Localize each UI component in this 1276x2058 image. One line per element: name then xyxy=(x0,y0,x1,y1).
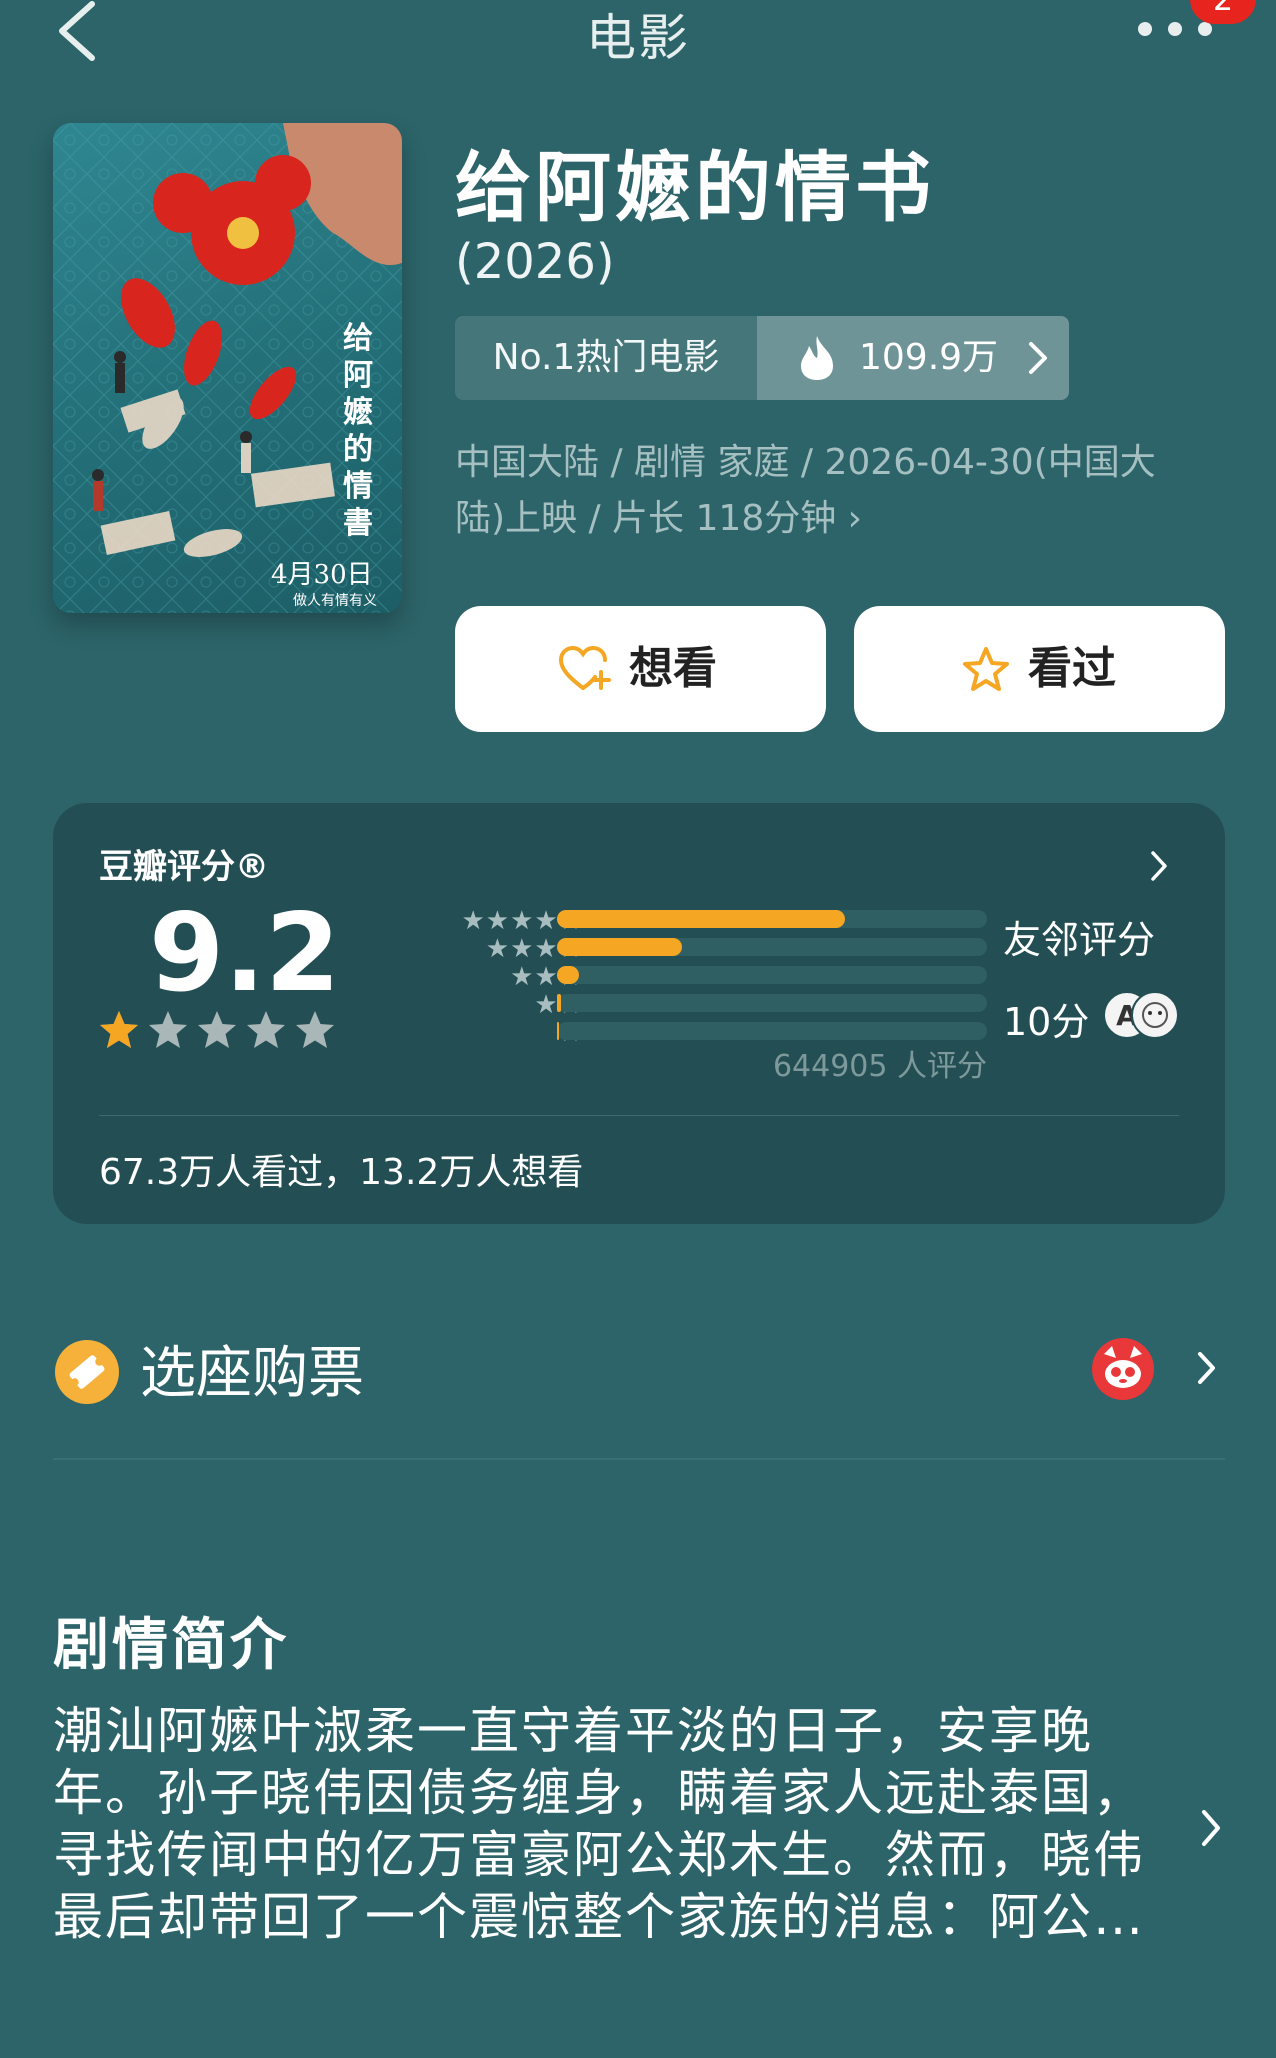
rating-bar-5-star xyxy=(557,910,987,928)
hot-rank-label: No.1热门电影 xyxy=(455,316,757,400)
hot-count-value: 109.9万 xyxy=(859,337,999,378)
two-star-label: ★★ xyxy=(383,991,583,1019)
rating-bar-fill xyxy=(557,1022,560,1040)
rating-brand: 豆瓣评分® xyxy=(99,847,269,887)
svg-text:4月30日: 4月30日 xyxy=(271,560,373,590)
four-star-label: ★★★★ xyxy=(485,934,583,964)
watch-stats: 67.3万人看过，13.2万人想看 xyxy=(99,1152,584,1193)
movie-poster[interactable]: 给阿嬷 的情書 4月30日 做人有情有义 xyxy=(53,123,402,613)
poster-artwork: 给阿嬷 的情書 4月30日 做人有情有义 xyxy=(53,123,402,613)
rating-bar-2-star xyxy=(557,994,987,1012)
rating-bar-fill xyxy=(557,966,579,984)
friend-rating-label: 友邻评分 xyxy=(1003,918,1156,962)
page-title: 电影 xyxy=(586,9,690,67)
synopsis-text[interactable]: 潮汕阿嬷叶淑柔一直守着平淡的日子，安享晚年。孙子晓伟因债务缠身，瞒着家人远赴泰国… xyxy=(53,1700,1183,1948)
hot-ranking-pill[interactable]: No.1热门电影 109.9万 xyxy=(455,316,1069,400)
synopsis-title: 剧情简介 xyxy=(53,1613,289,1678)
one-star-label: ★ xyxy=(383,1019,583,1047)
movie-year: (2026) xyxy=(455,234,615,290)
want-to-watch-button[interactable]: 想看 xyxy=(455,606,826,732)
ticket-icon xyxy=(55,1340,119,1404)
rating-bar-1-star xyxy=(557,1022,987,1040)
rating-star-bg xyxy=(149,1011,187,1048)
section-divider xyxy=(53,1458,1225,1460)
rating-bar-fill xyxy=(557,910,846,928)
chevron-right-icon xyxy=(1029,342,1047,374)
chevron-right-icon[interactable] xyxy=(1196,1350,1218,1386)
rating-distribution-bars xyxy=(557,910,987,1050)
movie-meta-info[interactable]: 中国大陆 / 剧情 家庭 / 2026-04-30(中国大陆)上映 / 片长 1… xyxy=(455,435,1200,547)
svg-text:做人有情有义: 做人有情有义 xyxy=(293,593,377,609)
heart-plus-icon xyxy=(559,646,611,690)
rating-star-bg xyxy=(198,1011,236,1048)
svg-text:阿: 阿 xyxy=(343,358,373,393)
svg-text:嬷: 嬷 xyxy=(343,395,373,430)
rating-star-fill xyxy=(100,1011,138,1048)
friend-avatar xyxy=(1131,991,1179,1039)
want-label: 想看 xyxy=(629,643,717,694)
svg-text:書: 書 xyxy=(343,506,373,541)
rating-bar-4-star xyxy=(557,938,987,956)
svg-text:的: 的 xyxy=(343,432,373,467)
maoyan-cat-icon xyxy=(1092,1338,1154,1400)
rating-bar-fill xyxy=(557,938,682,956)
watched-label: 看过 xyxy=(1028,643,1116,694)
rating-star-bg xyxy=(247,1011,285,1048)
hot-count[interactable]: 109.9万 xyxy=(757,316,1069,400)
svg-text:给: 给 xyxy=(343,321,373,356)
rating-score: 9.2 xyxy=(149,891,341,1016)
star-outline-icon xyxy=(963,647,1009,691)
card-divider xyxy=(99,1115,1179,1116)
watched-button[interactable]: 看过 xyxy=(854,606,1225,732)
rating-bar-fill xyxy=(557,994,562,1012)
chevron-right-icon[interactable] xyxy=(1200,1808,1222,1848)
movie-title: 给阿嬷的情书 xyxy=(455,143,935,232)
three-star-label: ★★★ xyxy=(510,962,583,992)
friend-rating-score: 10分 xyxy=(1003,1000,1090,1044)
buy-ticket-label[interactable]: 选座购票 xyxy=(140,1328,364,1409)
chevron-right-icon[interactable] xyxy=(1149,849,1169,883)
rating-count: 644905 人评分 xyxy=(772,1049,987,1084)
rating-star-bg xyxy=(296,1011,334,1048)
rating-card[interactable]: 豆瓣评分® 9.2 ★★★★★ ★★★★ ★★★ ★★ ★ 644905 人评分… xyxy=(53,803,1225,1224)
rating-bar-3-star xyxy=(557,966,987,984)
svg-text:情: 情 xyxy=(343,469,373,504)
flame-icon xyxy=(801,336,833,380)
five-star-label: ★★★★★ xyxy=(461,906,583,936)
rating-stars xyxy=(100,1011,334,1048)
star-level-labels: ★★★★★ ★★★★ ★★★ ★★ ★ xyxy=(383,907,583,1047)
